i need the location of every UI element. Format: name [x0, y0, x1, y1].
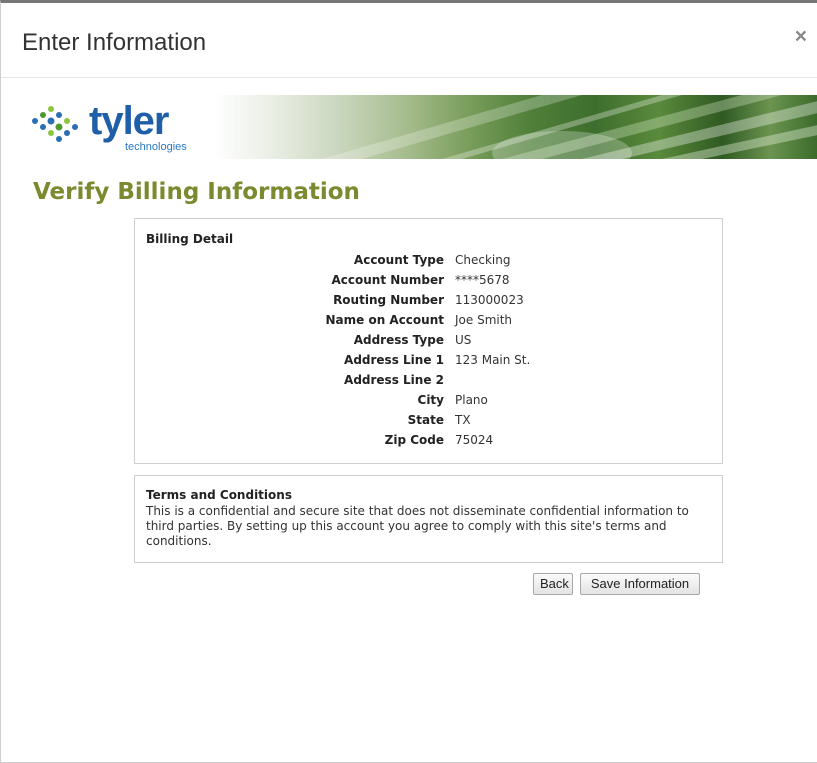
detail-value: TX: [455, 413, 471, 427]
detail-row-address-line-1: Address Line 1 123 Main St.: [135, 350, 722, 370]
detail-label: City: [417, 393, 444, 407]
tyler-banner: tyler technologies: [22, 95, 817, 159]
detail-row-address-type: Address Type US: [135, 330, 722, 350]
detail-label: State: [407, 413, 444, 427]
terms-title: Terms and Conditions: [146, 488, 292, 502]
detail-label: Account Type: [353, 253, 444, 267]
save-information-button[interactable]: Save Information: [580, 573, 700, 595]
detail-label: Zip Code: [384, 433, 444, 447]
detail-label: Name on Account: [325, 313, 444, 327]
back-button[interactable]: Back: [533, 573, 573, 595]
detail-row-zip-code: Zip Code 75024: [135, 430, 722, 450]
detail-label: Address Line 2: [344, 373, 444, 387]
billing-detail-list: Account Type Checking Account Number ***…: [135, 250, 722, 450]
detail-value: Plano: [455, 393, 488, 407]
detail-row-routing-number: Routing Number 113000023: [135, 290, 722, 310]
detail-value: ****5678: [455, 273, 510, 287]
enter-information-dialog: Enter Information × tyler technologies V…: [0, 0, 817, 763]
detail-row-city: City Plano: [135, 390, 722, 410]
detail-value: Checking: [455, 253, 511, 267]
detail-row-account-number: Account Number ****5678: [135, 270, 722, 290]
dialog-title: Enter Information: [22, 29, 207, 56]
detail-value: 75024: [455, 433, 494, 447]
detail-label: Address Type: [353, 333, 444, 347]
detail-label: Address Line 1: [344, 353, 444, 367]
billing-detail-title: Billing Detail: [146, 232, 234, 246]
terms-text: This is a confidential and secure site t…: [146, 504, 689, 548]
logo-subtitle: technologies: [125, 141, 187, 153]
detail-value: 113000023: [455, 293, 524, 307]
detail-row-address-line-2: Address Line 2: [135, 370, 722, 390]
close-icon[interactable]: ×: [795, 26, 807, 47]
detail-label: Account Number: [331, 273, 445, 287]
detail-value: Joe Smith: [455, 313, 513, 327]
tyler-dots-icon: [32, 106, 78, 142]
detail-value: 123 Main St.: [455, 353, 531, 367]
tyler-logo: tyler technologies: [27, 99, 197, 153]
detail-label: Routing Number: [333, 293, 444, 307]
page-heading: Verify Billing Information: [33, 179, 360, 205]
logo-wordmark: tyler: [89, 99, 169, 143]
billing-detail-panel: Billing Detail Account Type Checking Acc…: [134, 218, 723, 464]
dialog-header: Enter Information ×: [1, 3, 817, 78]
detail-row-name-on-account: Name on Account Joe Smith: [135, 310, 722, 330]
terms-panel: Terms and Conditions This is a confident…: [134, 475, 723, 563]
detail-row-account-type: Account Type Checking: [135, 250, 722, 270]
detail-row-state: State TX: [135, 410, 722, 430]
detail-value: US: [455, 333, 472, 347]
